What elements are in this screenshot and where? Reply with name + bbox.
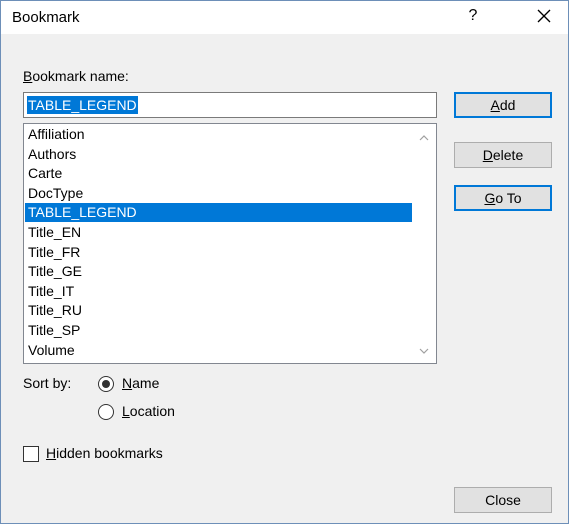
list-item[interactable]: Affiliation	[25, 125, 413, 144]
close-button[interactable]: Close	[454, 487, 552, 513]
list-item[interactable]: DocType	[25, 184, 413, 203]
list-item[interactable]: Title_EN	[25, 223, 413, 242]
bookmark-name-value: TABLE_LEGEND	[27, 96, 138, 114]
sort-location-label[interactable]: Location	[122, 403, 175, 419]
window-title: Bookmark	[12, 9, 80, 26]
list-item[interactable]: Volume	[25, 341, 413, 360]
list-item[interactable]: Title_IT	[25, 282, 413, 301]
hidden-bookmarks-label[interactable]: Hidden bookmarks	[46, 445, 163, 461]
delete-button[interactable]: Delete	[454, 142, 552, 168]
list-item[interactable]: Authors	[25, 145, 413, 164]
help-icon[interactable]: ?	[463, 7, 483, 25]
sort-by-label: Sort by:	[23, 375, 72, 391]
bookmark-list[interactable]: Affiliation Authors Carte DocType TABLE_LEGE…	[23, 123, 437, 364]
go-to-button[interactable]: Go To	[454, 185, 552, 211]
list-scrollbar[interactable]	[412, 124, 436, 363]
bookmark-dialog: Bookmark ? Bookmark name: TABLE_LEGEND A…	[0, 0, 569, 524]
sort-name-label[interactable]: Name	[122, 375, 159, 391]
add-button[interactable]: Add	[454, 92, 552, 118]
list-item[interactable]: Title_GE	[25, 262, 413, 281]
close-icon[interactable]	[533, 5, 555, 27]
sort-location-radio[interactable]	[98, 404, 114, 420]
hidden-bookmarks-checkbox[interactable]	[23, 446, 39, 462]
list-item[interactable]: Carte	[25, 164, 413, 183]
title-bar: Bookmark ?	[1, 1, 568, 34]
bookmark-name-label: Bookmark name:	[23, 68, 129, 84]
scroll-down-icon[interactable]	[418, 344, 430, 356]
list-item[interactable]: Title_FR	[25, 243, 413, 262]
list-item[interactable]: Title_SP	[25, 321, 413, 340]
scroll-up-icon[interactable]	[418, 131, 430, 143]
bookmark-name-input[interactable]: TABLE_LEGEND	[23, 92, 437, 118]
sort-name-radio[interactable]	[98, 376, 114, 392]
list-item[interactable]: Title_RU	[25, 301, 413, 320]
list-item[interactable]: TABLE_LEGEND	[25, 203, 413, 223]
